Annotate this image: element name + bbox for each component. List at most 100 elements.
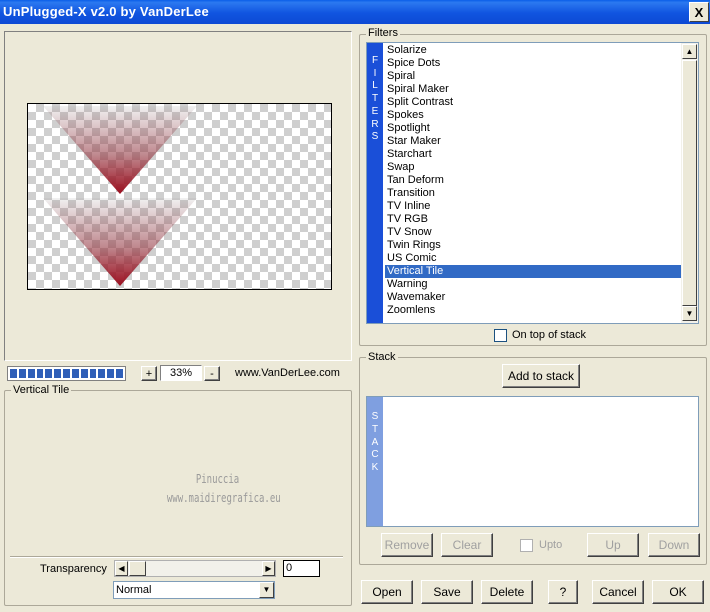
filters-group-label: Filters — [366, 27, 400, 39]
triangle-shape-bottom — [43, 198, 197, 286]
ok-button[interactable]: OK — [652, 580, 704, 604]
delete-button[interactable]: Delete — [481, 580, 533, 604]
progress-segment — [107, 369, 115, 378]
filter-list-item[interactable]: Swap — [385, 161, 681, 174]
close-icon: X — [694, 4, 704, 20]
blend-mode-value: Normal — [116, 584, 152, 596]
minus-icon: - — [210, 367, 214, 380]
band-letter: R — [371, 118, 379, 130]
on-top-checkbox[interactable] — [494, 329, 507, 342]
progress-segment — [116, 369, 123, 378]
add-to-stack-button[interactable]: Add to stack — [502, 364, 580, 388]
help-button[interactable]: ? — [548, 580, 578, 604]
transparency-label: Transparency — [40, 563, 107, 575]
upto-label: Upto — [539, 539, 563, 551]
clear-button[interactable]: Clear — [441, 533, 493, 557]
filter-list-item[interactable]: Twin Rings — [385, 239, 681, 252]
band-letter: K — [371, 462, 379, 474]
zoom-in-button[interactable]: + — [141, 366, 157, 381]
band-letter: I — [373, 67, 377, 79]
progress-segment — [45, 369, 53, 378]
separator — [10, 556, 343, 558]
watermark-line-1: Pinuccia — [195, 472, 240, 486]
filter-list-item[interactable]: Transition — [385, 187, 681, 200]
transparency-slider[interactable]: ◀ ▶ — [114, 560, 276, 577]
progress-segment — [71, 369, 79, 378]
band-letter: C — [371, 449, 379, 461]
filter-list-item[interactable]: Spiral — [385, 70, 681, 83]
cancel-button[interactable]: Cancel — [592, 580, 644, 604]
title-bar: UnPlugged-X v2.0 by VanDerLee X — [0, 0, 710, 24]
filter-list-item[interactable]: Zoomlens — [385, 304, 681, 317]
blend-mode-select[interactable]: Normal ▼ — [113, 581, 275, 599]
progress-segment — [80, 369, 88, 378]
band-letter: S — [371, 411, 379, 422]
chevron-down-icon[interactable]: ▼ — [259, 582, 274, 598]
slider-left-arrow-icon[interactable]: ◀ — [115, 561, 128, 576]
band-letter: F — [371, 55, 379, 66]
band-letter: T — [371, 93, 379, 105]
watermark: Pinuccia www.maidiregrafica.eu — [166, 470, 281, 508]
filter-list-item[interactable]: Wavemaker — [385, 291, 681, 304]
filter-list-item[interactable]: US Comic — [385, 252, 681, 265]
progress-segment — [27, 369, 35, 378]
filters-list[interactable]: FILTERS ▲ ▼ Solarize Spice Dots Spiral Spir… — [366, 42, 699, 324]
up-button[interactable]: Up — [587, 533, 639, 557]
zoom-level: 33% — [160, 365, 202, 381]
window-title: UnPlugged-X v2.0 by VanDerLee — [3, 4, 209, 19]
band-letter: T — [371, 423, 379, 435]
band-letter: L — [372, 80, 378, 92]
filter-list-item[interactable]: TV Inline — [385, 200, 681, 213]
filter-list-item[interactable]: Spice Dots — [385, 57, 681, 70]
scroll-down-icon[interactable]: ▼ — [682, 306, 697, 321]
scroll-up-icon[interactable]: ▲ — [682, 44, 697, 59]
website-link[interactable]: www.VanDerLee.com — [235, 367, 340, 379]
open-button[interactable]: Open — [361, 580, 413, 604]
scroll-thumb[interactable] — [682, 60, 697, 306]
progress-segment — [63, 369, 70, 378]
settings-title: Vertical Tile — [11, 384, 72, 396]
zoom-out-button[interactable]: - — [204, 366, 220, 381]
filter-list-item[interactable]: Spotlight — [385, 122, 681, 135]
save-button[interactable]: Save — [421, 580, 473, 604]
upto-checkbox[interactable] — [520, 539, 533, 552]
band-letter: S — [371, 131, 379, 143]
stack-band: STACK — [367, 397, 383, 526]
triangle-shape-top — [43, 106, 197, 194]
filter-list-item[interactable]: Tan Deform — [385, 174, 681, 187]
filter-list-item[interactable]: Spokes — [385, 109, 681, 122]
slider-thumb[interactable] — [129, 561, 146, 576]
progress-bar — [7, 366, 126, 381]
progress-segment — [89, 369, 97, 378]
remove-button[interactable]: Remove — [381, 533, 433, 557]
stack-group-label: Stack — [366, 351, 398, 363]
filter-list-item[interactable]: Star Maker — [385, 135, 681, 148]
filter-list-item[interactable]: TV Snow — [385, 226, 681, 239]
preview-canvas[interactable] — [27, 103, 332, 290]
filters-scrollbar[interactable]: ▲ ▼ — [681, 43, 698, 323]
filter-list-item[interactable]: Solarize — [385, 44, 681, 57]
band-letter: E — [371, 105, 379, 117]
progress-segment — [36, 369, 44, 378]
stack-list[interactable]: STACK — [366, 396, 699, 527]
plus-icon: + — [145, 367, 153, 380]
on-top-label: On top of stack — [512, 329, 586, 341]
filter-list-item[interactable]: TV RGB — [385, 213, 681, 226]
filter-list-item[interactable]: Spiral Maker — [385, 83, 681, 96]
filter-list-item[interactable]: Starchart — [385, 148, 681, 161]
filter-list-item[interactable]: Split Contrast — [385, 96, 681, 109]
transparency-input[interactable]: 0 — [283, 560, 320, 577]
band-letter: A — [371, 436, 379, 448]
progress-segment — [10, 369, 17, 378]
progress-segment — [18, 369, 26, 378]
progress-segment — [54, 369, 62, 378]
watermark-line-2: www.maidiregrafica.eu — [166, 491, 281, 505]
filter-list-item[interactable]: Vertical Tile — [385, 265, 681, 278]
preview-panel — [4, 31, 352, 361]
slider-right-arrow-icon[interactable]: ▶ — [262, 561, 275, 576]
filter-list-item[interactable]: Warning — [385, 278, 681, 291]
close-button[interactable]: X — [689, 2, 709, 22]
down-button[interactable]: Down — [648, 533, 700, 557]
progress-segment — [98, 369, 106, 378]
filters-band: FILTERS — [367, 43, 383, 323]
